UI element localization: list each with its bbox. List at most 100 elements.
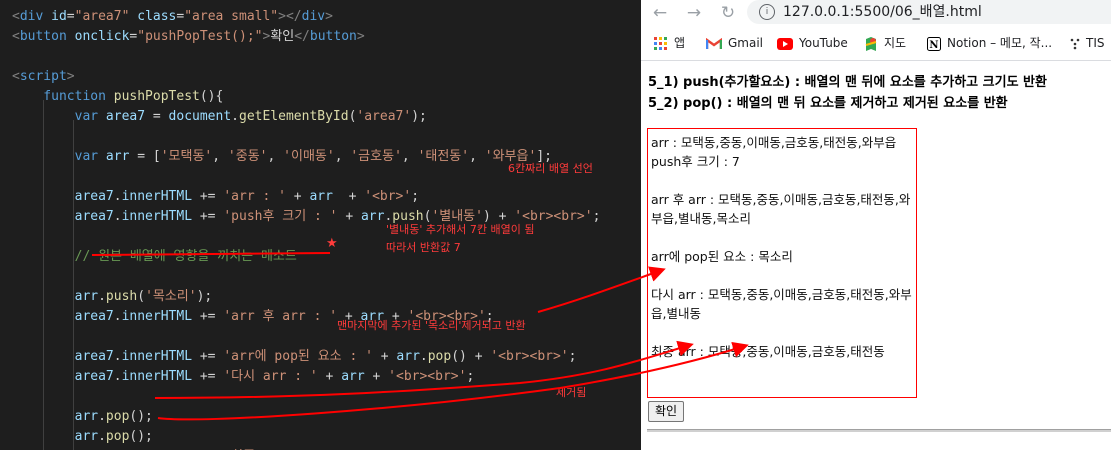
- code-token: >: [325, 9, 333, 24]
- annotation-push-note-1: '별내동' 추가해서 7칸 배열이 됨: [386, 223, 535, 236]
- code-token: );: [196, 289, 213, 304]
- confirm-button[interactable]: 확인: [648, 401, 685, 422]
- code-token: ();: [129, 409, 153, 424]
- code-line[interactable]: arr.pop();: [12, 407, 153, 427]
- code-token: .: [231, 109, 239, 124]
- bookmarks-bar: 앱 Gmail YouTube 지도 N Notion – 메모, 작... T…: [641, 30, 1111, 56]
- code-line[interactable]: arr.pop();: [12, 427, 153, 447]
- code-token: "pushPopTest();": [137, 29, 263, 44]
- code-token: id: [51, 9, 67, 24]
- code-token: .: [98, 289, 106, 304]
- browser-toolbar: ← → ↻ i 127.0.0.1:5500/06_배열.html: [641, 0, 1111, 26]
- bookmark-label: Gmail: [728, 36, 764, 50]
- bookmark-gmail[interactable]: Gmail: [706, 30, 763, 56]
- code-token: 확인: [270, 29, 295, 44]
- code-token: var: [12, 149, 106, 164]
- heading-push: 5_1) push(추가할요소) : 배열의 맨 뒤에 요소를 추가하고 크기도…: [648, 75, 1047, 90]
- code-line[interactable]: var area7 = document.getElementById('are…: [12, 107, 427, 127]
- code-token: pop: [105, 429, 130, 444]
- code-token: div: [19, 9, 52, 24]
- address-bar[interactable]: i 127.0.0.1:5500/06_배열.html: [747, 0, 1111, 24]
- bookmark-notion[interactable]: N Notion – 메모, 작...: [927, 30, 1052, 56]
- code-line[interactable]: <script>: [12, 67, 75, 87]
- code-token: 'area7': [356, 109, 412, 124]
- code-token: "area7": [74, 9, 130, 24]
- code-token: (: [137, 289, 146, 304]
- output-block: arr 후 arr : 모택동,중동,이매동,금호동,태전동,와부읍,별내동,목…: [651, 190, 912, 228]
- code-token: ,: [334, 149, 351, 164]
- code-line[interactable]: <button onclick="pushPopTest();">확인</but…: [12, 27, 365, 47]
- apps-grid-icon: [654, 36, 667, 50]
- code-token: innerHTML: [121, 349, 193, 364]
- code-token: '중동': [227, 149, 268, 164]
- code-token: area7: [12, 349, 114, 364]
- code-line[interactable]: function pushPopTest(){: [12, 87, 223, 107]
- code-line[interactable]: area7.innerHTML += 'arr : ' + arr + '<br…: [12, 187, 419, 207]
- output-block: arr : 모택동,중동,이매동,금호동,태전동,와부읍 push후 크기 : …: [651, 133, 912, 171]
- code-token: '<br><br>': [388, 369, 467, 384]
- code-token: +: [364, 369, 389, 384]
- annotation-six-array: 6칸짜리 배열 선언: [508, 162, 593, 175]
- code-line[interactable]: area7.innerHTML += '다시 arr : ' + arr + '…: [12, 367, 475, 387]
- reload-icon[interactable]: ↻: [717, 2, 739, 24]
- youtube-icon: [777, 37, 793, 50]
- code-token: onclick: [74, 29, 130, 44]
- code-token: button: [19, 29, 75, 44]
- code-token: innerHTML: [121, 369, 193, 384]
- info-icon[interactable]: i: [759, 4, 775, 20]
- annotation-pop-note: 맨마지막에 추가된 '목소리'제거되고 반환: [337, 319, 526, 332]
- code-token: ,: [401, 149, 418, 164]
- bookmark-maps[interactable]: 지도: [864, 30, 906, 56]
- code-token: area7: [12, 309, 114, 324]
- annotation-removed: 제거됨: [556, 386, 587, 399]
- forward-icon[interactable]: →: [683, 2, 705, 24]
- url-text[interactable]: 127.0.0.1:5500/06_배열.html: [783, 0, 982, 24]
- back-icon[interactable]: ←: [649, 2, 671, 24]
- code-token: '금호동': [350, 149, 402, 164]
- code-token: .: [113, 309, 122, 324]
- output-area: arr : 모택동,중동,이매동,금호동,태전동,와부읍 push후 크기 : …: [647, 128, 917, 398]
- code-token: 'arr 후 arr : ': [223, 309, 338, 324]
- star-icon: ★: [326, 236, 338, 251]
- code-token: +: [337, 209, 361, 224]
- code-token: arr: [12, 409, 99, 424]
- code-token: function: [12, 89, 114, 104]
- code-token: getElementById: [239, 109, 349, 124]
- bookmark-label: Notion – 메모, 작...: [947, 36, 1053, 50]
- code-line[interactable]: var arr = ['모택동', '중동', '이매동', '금호동', '태…: [12, 147, 552, 167]
- code-token: ;: [411, 189, 420, 204]
- code-token: ,: [267, 149, 284, 164]
- bookmark-label: 지도: [884, 36, 907, 50]
- code-token: </: [294, 29, 310, 44]
- code-token: arr: [360, 209, 385, 224]
- code-token: .: [113, 349, 122, 364]
- browser-window: ← → ↻ i 127.0.0.1:5500/06_배열.html 앱 Gmai…: [641, 0, 1111, 450]
- code-token: push: [105, 289, 138, 304]
- bookmark-tis[interactable]: TIS: [1070, 30, 1105, 56]
- indent-guide: [73, 120, 74, 450]
- code-line[interactable]: arr.push('목소리');: [12, 287, 213, 307]
- code-token: button: [309, 29, 357, 44]
- code-token: arr: [12, 289, 99, 304]
- code-token: +: [317, 369, 342, 384]
- code-token: 'arr에 pop된 요소 : ': [223, 349, 373, 364]
- bookmark-apps[interactable]: 앱: [654, 30, 685, 56]
- code-token: innerHTML: [121, 189, 193, 204]
- code-token: ;: [592, 209, 601, 224]
- code-token: // 원본 배열에 영향을 끼치는 메소드: [12, 249, 297, 264]
- code-token: '<br>': [364, 189, 412, 204]
- code-line[interactable]: area7.innerHTML += 'arr에 pop된 요소 : ' + a…: [12, 347, 577, 367]
- page-content: 5_1) push(추가할요소) : 배열의 맨 뒤에 요소를 추가하고 크기도…: [641, 61, 1111, 450]
- code-token: arr: [105, 149, 130, 164]
- code-token: '다시 arr : ': [223, 369, 318, 384]
- code-token: =: [66, 9, 75, 24]
- code-token: +: [332, 189, 365, 204]
- bookmark-label: YouTube: [799, 36, 848, 50]
- code-token: class: [137, 9, 177, 24]
- code-line[interactable]: <div id="area7" class="area small"></div…: [12, 7, 333, 27]
- code-line[interactable]: // 원본 배열에 영향을 끼치는 메소드: [12, 247, 297, 267]
- code-editor[interactable]: <div id="area7" class="area small"></div…: [0, 0, 641, 450]
- output-line: arr : 모택동,중동,이매동,금호동,태전동,와부읍: [651, 135, 897, 150]
- code-token: >: [66, 69, 75, 84]
- bookmark-youtube[interactable]: YouTube: [777, 30, 848, 56]
